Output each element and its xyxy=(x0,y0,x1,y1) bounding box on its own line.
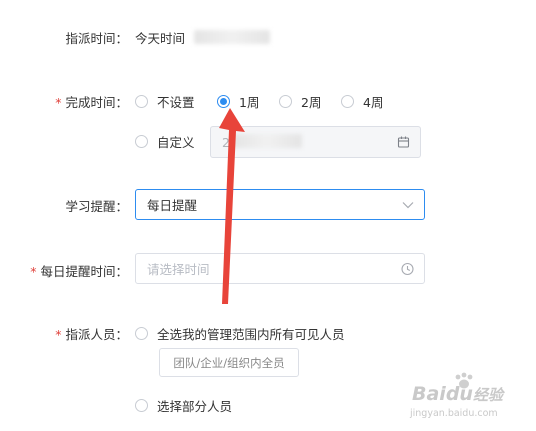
annotation-arrow xyxy=(219,108,245,304)
watermark-url: jingyan.baidu.com xyxy=(410,408,498,419)
paw-icon xyxy=(453,372,475,393)
